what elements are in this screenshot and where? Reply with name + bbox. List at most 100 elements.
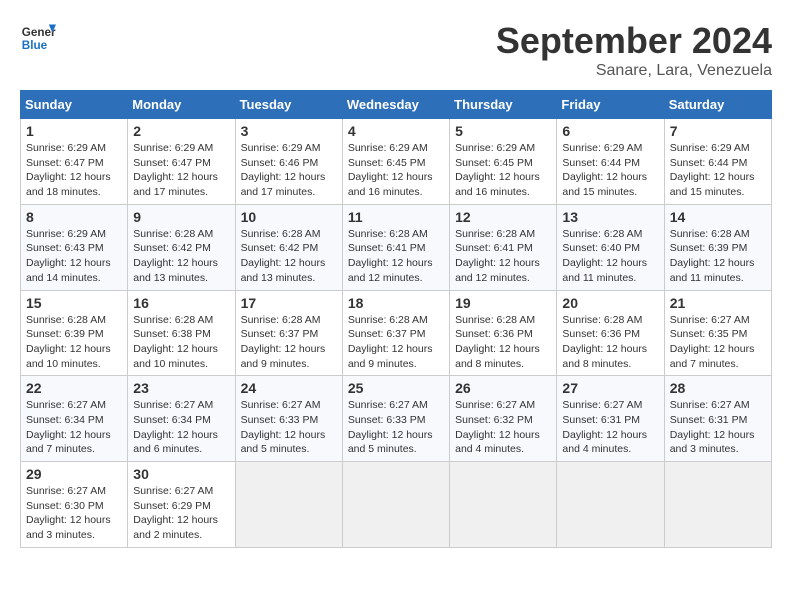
day-info: Sunrise: 6:28 AM Sunset: 6:38 PM Dayligh… — [133, 313, 229, 372]
day-info: Sunrise: 6:29 AM Sunset: 6:44 PM Dayligh… — [670, 141, 766, 200]
calendar-cell: 12 Sunrise: 6:28 AM Sunset: 6:41 PM Dayl… — [450, 204, 557, 290]
calendar-cell: 16 Sunrise: 6:28 AM Sunset: 6:38 PM Dayl… — [128, 290, 235, 376]
calendar-cell: 9 Sunrise: 6:28 AM Sunset: 6:42 PM Dayli… — [128, 204, 235, 290]
calendar-cell: 4 Sunrise: 6:29 AM Sunset: 6:45 PM Dayli… — [342, 119, 449, 205]
calendar-cell: 27 Sunrise: 6:27 AM Sunset: 6:31 PM Dayl… — [557, 376, 664, 462]
column-header-tuesday: Tuesday — [235, 91, 342, 119]
calendar-cell: 20 Sunrise: 6:28 AM Sunset: 6:36 PM Dayl… — [557, 290, 664, 376]
title-block: September 2024 Sanare, Lara, Venezuela — [496, 20, 772, 80]
day-number: 7 — [670, 123, 766, 139]
calendar-cell: 28 Sunrise: 6:27 AM Sunset: 6:31 PM Dayl… — [664, 376, 771, 462]
day-number: 5 — [455, 123, 551, 139]
day-info: Sunrise: 6:28 AM Sunset: 6:42 PM Dayligh… — [241, 227, 337, 286]
day-number: 16 — [133, 295, 229, 311]
calendar-cell: 26 Sunrise: 6:27 AM Sunset: 6:32 PM Dayl… — [450, 376, 557, 462]
day-info: Sunrise: 6:27 AM Sunset: 6:31 PM Dayligh… — [562, 398, 658, 457]
day-info: Sunrise: 6:27 AM Sunset: 6:32 PM Dayligh… — [455, 398, 551, 457]
day-info: Sunrise: 6:28 AM Sunset: 6:42 PM Dayligh… — [133, 227, 229, 286]
day-number: 26 — [455, 380, 551, 396]
calendar-cell: 13 Sunrise: 6:28 AM Sunset: 6:40 PM Dayl… — [557, 204, 664, 290]
calendar-cell: 19 Sunrise: 6:28 AM Sunset: 6:36 PM Dayl… — [450, 290, 557, 376]
calendar-cell: 1 Sunrise: 6:29 AM Sunset: 6:47 PM Dayli… — [21, 119, 128, 205]
day-number: 10 — [241, 209, 337, 225]
calendar-cell: 14 Sunrise: 6:28 AM Sunset: 6:39 PM Dayl… — [664, 204, 771, 290]
day-info: Sunrise: 6:27 AM Sunset: 6:29 PM Dayligh… — [133, 484, 229, 543]
calendar-cell: 6 Sunrise: 6:29 AM Sunset: 6:44 PM Dayli… — [557, 119, 664, 205]
calendar-cell: 3 Sunrise: 6:29 AM Sunset: 6:46 PM Dayli… — [235, 119, 342, 205]
calendar-week-row: 29 Sunrise: 6:27 AM Sunset: 6:30 PM Dayl… — [21, 462, 772, 548]
calendar-cell: 2 Sunrise: 6:29 AM Sunset: 6:47 PM Dayli… — [128, 119, 235, 205]
calendar-cell — [664, 462, 771, 548]
day-info: Sunrise: 6:29 AM Sunset: 6:43 PM Dayligh… — [26, 227, 122, 286]
column-header-wednesday: Wednesday — [342, 91, 449, 119]
day-number: 13 — [562, 209, 658, 225]
calendar-cell — [450, 462, 557, 548]
day-info: Sunrise: 6:29 AM Sunset: 6:47 PM Dayligh… — [133, 141, 229, 200]
day-info: Sunrise: 6:27 AM Sunset: 6:35 PM Dayligh… — [670, 313, 766, 372]
day-info: Sunrise: 6:28 AM Sunset: 6:37 PM Dayligh… — [348, 313, 444, 372]
logo: General Blue — [20, 20, 60, 56]
calendar-cell — [342, 462, 449, 548]
day-info: Sunrise: 6:27 AM Sunset: 6:34 PM Dayligh… — [133, 398, 229, 457]
column-header-sunday: Sunday — [21, 91, 128, 119]
column-header-friday: Friday — [557, 91, 664, 119]
calendar-cell: 10 Sunrise: 6:28 AM Sunset: 6:42 PM Dayl… — [235, 204, 342, 290]
day-number: 3 — [241, 123, 337, 139]
calendar-cell: 18 Sunrise: 6:28 AM Sunset: 6:37 PM Dayl… — [342, 290, 449, 376]
calendar-cell: 17 Sunrise: 6:28 AM Sunset: 6:37 PM Dayl… — [235, 290, 342, 376]
calendar-cell: 7 Sunrise: 6:29 AM Sunset: 6:44 PM Dayli… — [664, 119, 771, 205]
day-number: 20 — [562, 295, 658, 311]
day-number: 9 — [133, 209, 229, 225]
day-info: Sunrise: 6:29 AM Sunset: 6:46 PM Dayligh… — [241, 141, 337, 200]
day-number: 23 — [133, 380, 229, 396]
day-number: 24 — [241, 380, 337, 396]
day-number: 14 — [670, 209, 766, 225]
day-number: 30 — [133, 466, 229, 482]
day-info: Sunrise: 6:29 AM Sunset: 6:44 PM Dayligh… — [562, 141, 658, 200]
day-number: 11 — [348, 209, 444, 225]
day-number: 17 — [241, 295, 337, 311]
calendar-table: SundayMondayTuesdayWednesdayThursdayFrid… — [20, 90, 772, 548]
day-number: 29 — [26, 466, 122, 482]
location-subtitle: Sanare, Lara, Venezuela — [496, 62, 772, 80]
day-number: 21 — [670, 295, 766, 311]
day-number: 1 — [26, 123, 122, 139]
day-info: Sunrise: 6:28 AM Sunset: 6:39 PM Dayligh… — [26, 313, 122, 372]
day-info: Sunrise: 6:28 AM Sunset: 6:39 PM Dayligh… — [670, 227, 766, 286]
calendar-cell: 25 Sunrise: 6:27 AM Sunset: 6:33 PM Dayl… — [342, 376, 449, 462]
day-number: 22 — [26, 380, 122, 396]
day-info: Sunrise: 6:27 AM Sunset: 6:31 PM Dayligh… — [670, 398, 766, 457]
calendar-cell: 22 Sunrise: 6:27 AM Sunset: 6:34 PM Dayl… — [21, 376, 128, 462]
calendar-cell: 23 Sunrise: 6:27 AM Sunset: 6:34 PM Dayl… — [128, 376, 235, 462]
calendar-week-row: 1 Sunrise: 6:29 AM Sunset: 6:47 PM Dayli… — [21, 119, 772, 205]
day-number: 2 — [133, 123, 229, 139]
calendar-cell — [235, 462, 342, 548]
calendar-cell: 5 Sunrise: 6:29 AM Sunset: 6:45 PM Dayli… — [450, 119, 557, 205]
day-info: Sunrise: 6:27 AM Sunset: 6:30 PM Dayligh… — [26, 484, 122, 543]
day-number: 27 — [562, 380, 658, 396]
calendar-header-row: SundayMondayTuesdayWednesdayThursdayFrid… — [21, 91, 772, 119]
svg-text:Blue: Blue — [22, 39, 48, 52]
calendar-cell: 21 Sunrise: 6:27 AM Sunset: 6:35 PM Dayl… — [664, 290, 771, 376]
month-title: September 2024 — [496, 20, 772, 62]
day-info: Sunrise: 6:27 AM Sunset: 6:34 PM Dayligh… — [26, 398, 122, 457]
day-number: 19 — [455, 295, 551, 311]
day-number: 4 — [348, 123, 444, 139]
day-info: Sunrise: 6:29 AM Sunset: 6:45 PM Dayligh… — [348, 141, 444, 200]
calendar-week-row: 22 Sunrise: 6:27 AM Sunset: 6:34 PM Dayl… — [21, 376, 772, 462]
day-info: Sunrise: 6:28 AM Sunset: 6:41 PM Dayligh… — [455, 227, 551, 286]
day-number: 25 — [348, 380, 444, 396]
day-number: 18 — [348, 295, 444, 311]
column-header-saturday: Saturday — [664, 91, 771, 119]
day-number: 8 — [26, 209, 122, 225]
calendar-cell — [557, 462, 664, 548]
day-info: Sunrise: 6:27 AM Sunset: 6:33 PM Dayligh… — [241, 398, 337, 457]
day-number: 6 — [562, 123, 658, 139]
calendar-cell: 30 Sunrise: 6:27 AM Sunset: 6:29 PM Dayl… — [128, 462, 235, 548]
calendar-cell: 11 Sunrise: 6:28 AM Sunset: 6:41 PM Dayl… — [342, 204, 449, 290]
column-header-thursday: Thursday — [450, 91, 557, 119]
column-header-monday: Monday — [128, 91, 235, 119]
page-header: General Blue September 2024 Sanare, Lara… — [20, 20, 772, 80]
calendar-cell: 8 Sunrise: 6:29 AM Sunset: 6:43 PM Dayli… — [21, 204, 128, 290]
day-info: Sunrise: 6:29 AM Sunset: 6:45 PM Dayligh… — [455, 141, 551, 200]
